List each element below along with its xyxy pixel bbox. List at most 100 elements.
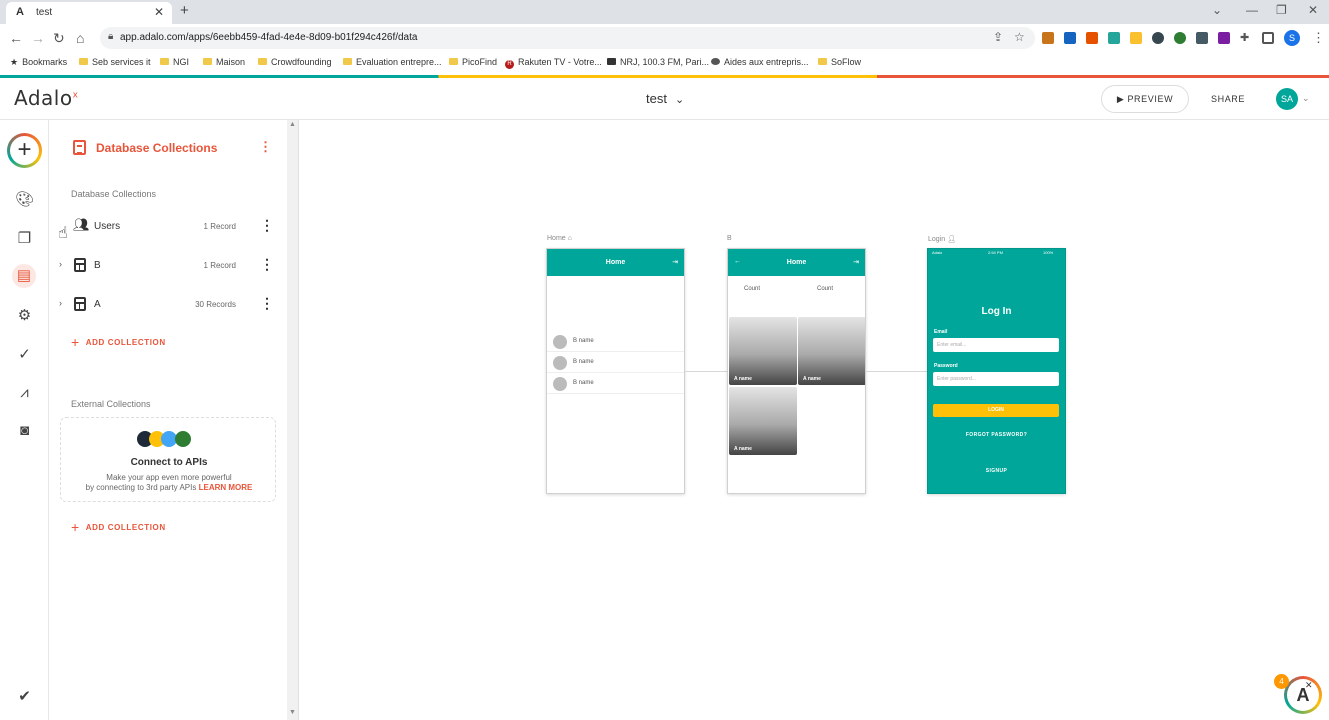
forward-icon[interactable]: → [31,30,45,46]
collection-menu-icon[interactable]: ⋮ [260,256,274,273]
screen-home[interactable]: Home ⇥ B name B name B name [546,248,685,494]
add-external-collection-button[interactable]: + ADD COLLECTION [71,519,166,535]
extension-icon[interactable] [1108,32,1120,44]
screen-b[interactable]: ← Home ⇥ Count Count A name A name A nam… [727,248,866,494]
analytics-icon[interactable]: ⩘ [12,384,37,406]
left-toolbar: + 🎨︎ ❐ ▤ ⚙ ✓ ⩘ ◙ ✔ [0,120,49,720]
play-icon: ▶ [1116,94,1125,104]
list-item: B name [547,331,684,352]
help-assistant-button[interactable]: A [1284,676,1322,714]
marketplace-icon[interactable]: ◙ [12,422,37,444]
browser-toolbar: ← → ↻ ⌂ 🔒︎ app.adalo.com/apps/6eebb459-4… [0,24,1329,53]
bookmark-item[interactable]: NGI [160,57,189,67]
home-icon: ⌂ [567,235,572,242]
collection-name: B [94,260,101,271]
new-tab-icon[interactable]: + [180,2,189,19]
user-avatar[interactable]: SA [1276,88,1298,110]
collection-row-b[interactable]: › B 1 Record ⋮ [59,254,279,278]
collection-menu-icon[interactable]: ⋮ [260,217,274,234]
bookmark-star-icon[interactable]: ☆ [1014,30,1025,44]
minimize-icon[interactable]: — [1246,3,1258,17]
browser-menu-icon[interactable]: ⋮ [1312,30,1325,46]
screen-header: ← Home ⇥ [728,249,865,276]
user-add-icon: 👤︎ [947,236,956,243]
collection-menu-icon[interactable]: ⋮ [260,295,274,312]
scroll-down-icon[interactable]: ▼ [289,709,296,716]
share-page-icon[interactable]: ⇪ [993,30,1003,44]
extension-icon[interactable] [1196,32,1208,44]
forgot-password-link: FORGOT PASSWORD? [965,432,1028,438]
collection-count: 1 Record [203,261,236,270]
folder-icon [160,58,169,65]
adalo-logo[interactable]: Adalox [14,86,78,110]
status-time: 2:54 PM [988,250,1003,255]
sidebar-icon[interactable] [1262,32,1274,44]
bookmark-item[interactable]: Evaluation entrepre... [343,57,442,67]
scroll-up-icon[interactable]: ▲ [289,121,296,128]
browser-tab[interactable]: A test ✕ [6,2,172,24]
home-icon[interactable]: ⌂ [76,30,84,46]
folder-icon [818,58,827,65]
table-icon [74,258,86,272]
bookmark-item[interactable]: Aides aux entrepris... [711,57,809,67]
add-collection-button[interactable]: + ADD COLLECTION [71,334,166,350]
onenote-icon[interactable] [1218,32,1230,44]
close-icon[interactable]: ✕ [1305,680,1313,691]
settings-icon[interactable]: ⚙ [12,306,37,328]
collection-row-users[interactable]: 👥︎ Users 1 Record ⋮ [59,215,279,239]
users-icon: 👥︎ [73,217,90,232]
back-icon[interactable]: ← [9,30,23,46]
screen-link-line [866,371,928,372]
chevron-right-icon[interactable]: › [59,298,62,308]
tab-search-icon[interactable]: ⌄ [1212,3,1222,17]
close-tab-icon[interactable]: ✕ [154,5,164,19]
tab-title: test [36,7,53,18]
bookmark-item[interactable]: R Rakuten TV - Votre... [505,57,602,69]
chevron-right-icon[interactable]: › [59,259,62,269]
list-item: B name [547,352,684,373]
checklist-icon[interactable]: ✔ [12,687,37,709]
close-window-icon[interactable]: ✕ [1308,3,1318,17]
panel-menu-icon[interactable]: ⋮ [259,139,272,155]
extension-icon[interactable] [1152,32,1164,44]
browser-profile-avatar[interactable]: S [1284,30,1300,46]
share-button[interactable]: SHARE [1211,94,1245,104]
bookmark-item[interactable]: PicoFind [449,57,497,67]
app-name-dropdown[interactable]: test ⌄ [646,91,684,106]
collection-row-a[interactable]: › A 30 Records ⋮ [59,293,279,317]
bookmark-item[interactable]: SoFlow [818,57,861,67]
screen-label-b[interactable]: B [727,235,732,242]
add-component-button[interactable]: + [7,133,42,168]
bookmark-item[interactable]: NRJ, 100.3 FM, Pari... [607,57,709,67]
puzzle-icon[interactable]: ✚ [1240,32,1252,44]
bookmark-item[interactable]: ★ Bookmarks [10,57,67,68]
screen-label-home[interactable]: Home ⌂ [547,235,572,242]
extension-icon[interactable] [1174,32,1186,44]
image-tile: A name [798,317,865,385]
preview-button[interactable]: ▶ PREVIEW [1101,85,1189,113]
screen-login[interactable]: Adalo 2:54 PM 100% Log In Email Enter em… [927,248,1066,494]
address-bar[interactable]: 🔒︎ app.adalo.com/apps/6eebb459-4fad-4e4e… [100,27,1035,49]
database-icon[interactable]: ▤ [12,264,36,288]
screen-label-login[interactable]: Login 👤︎ [928,235,956,243]
panel-scrollbar[interactable]: ▲ ▼ [287,120,299,720]
status-carrier: Adalo [932,250,943,255]
drive-icon[interactable] [1130,32,1142,44]
builder-canvas[interactable]: Home ⌂ Home ⇥ B name B name B name B ← H… [299,120,1329,720]
api-logo-icon [175,431,191,447]
restore-icon[interactable]: ❐ [1276,3,1287,17]
extension-icon[interactable] [1086,32,1098,44]
palette-icon[interactable]: 🎨︎ [12,190,37,212]
publish-check-icon[interactable]: ✓ [12,345,37,367]
chevron-down-icon[interactable]: ⌄ [1302,93,1310,104]
bookmark-item[interactable]: Seb services it [79,57,151,67]
screens-icon[interactable]: ❐ [12,229,37,251]
reload-icon[interactable]: ↻ [53,30,65,47]
extension-icon[interactable] [1042,32,1054,44]
extension-icon[interactable] [1064,32,1076,44]
bookmark-item[interactable]: Crowdfounding [258,57,332,67]
learn-more-link[interactable]: LEARN MORE [199,483,253,492]
api-card-description: Make your app even more powerful by conn… [85,473,253,492]
bookmark-item[interactable]: Maison [203,57,245,67]
folder-icon [79,58,88,65]
